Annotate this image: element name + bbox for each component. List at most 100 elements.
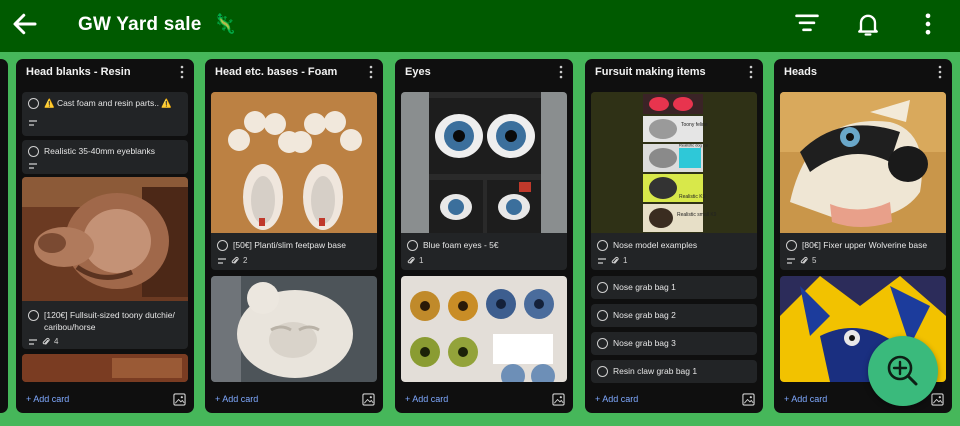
card-cover-image xyxy=(22,354,188,382)
bell-icon[interactable] xyxy=(854,10,882,38)
app-header: GW Yard sale 🦎 xyxy=(0,0,960,52)
complete-radio[interactable] xyxy=(597,366,608,377)
list-title: Heads xyxy=(784,66,818,78)
attachment-count: 1 xyxy=(419,256,424,265)
resin-eyes-image xyxy=(401,276,567,382)
list-menu-icon[interactable] xyxy=(746,64,756,80)
image-icon[interactable] xyxy=(552,393,565,406)
card[interactable]: Nose grab bag 3 xyxy=(591,332,757,355)
card[interactable] xyxy=(401,276,567,382)
cover-label: Realistic dog cat xyxy=(679,143,709,148)
list-menu-icon[interactable] xyxy=(556,64,566,80)
list-column: Head etc. bases - Foam [50€] Planti/slim… xyxy=(205,59,383,413)
card[interactable]: [80€] Fixer upper Wolverine base 5 xyxy=(780,92,946,270)
complete-radio[interactable] xyxy=(786,240,797,251)
foam-head-image xyxy=(211,276,377,382)
add-card-button[interactable]: + Add card xyxy=(215,394,258,404)
card[interactable]: Blue foam eyes - 5€ 1 xyxy=(401,92,567,270)
board-title: GW Yard sale 🦎 xyxy=(78,12,237,36)
offscreen-column-edge xyxy=(0,59,8,413)
complete-radio[interactable] xyxy=(28,310,39,321)
complete-radio[interactable] xyxy=(597,310,608,321)
zoom-in-button[interactable] xyxy=(868,336,938,406)
card-meta xyxy=(28,162,38,170)
card[interactable] xyxy=(211,276,377,382)
complete-radio[interactable] xyxy=(407,240,418,251)
list-title: Head etc. bases - Foam xyxy=(215,66,338,78)
list-title: Fursuit making items xyxy=(595,66,706,78)
description-icon xyxy=(29,338,37,345)
card[interactable]: [120€] Fullsuit-sized toony dutchie/ car… xyxy=(22,177,188,349)
list-column: Fursuit making items Toony feline Realis… xyxy=(585,59,763,413)
lizard-emoji-icon: 🦎 xyxy=(212,14,237,35)
add-card-button[interactable]: + Add card xyxy=(405,394,448,404)
card[interactable]: Resin claw grab bag 1 xyxy=(591,360,757,383)
card-title: Nose model examples xyxy=(613,240,698,250)
list-menu-icon[interactable] xyxy=(177,64,187,80)
description-icon xyxy=(787,257,795,264)
card-title: [120€] Fullsuit-sized toony dutchie/ car… xyxy=(44,310,175,332)
attachment-count: 5 xyxy=(812,256,817,265)
image-icon[interactable] xyxy=(742,393,755,406)
list-title: Head blanks - Resin xyxy=(26,66,131,78)
arrow-left-icon[interactable] xyxy=(10,9,40,39)
image-icon[interactable] xyxy=(362,393,375,406)
card[interactable]: [50€] Planti/slim feetpaw base 2 xyxy=(211,92,377,270)
card[interactable]: Nose grab bag 1 xyxy=(591,276,757,299)
card[interactable] xyxy=(22,354,188,382)
card-title: [80€] Fixer upper Wolverine base xyxy=(802,240,928,250)
attachment-count: 4 xyxy=(54,337,59,346)
card-title: [50€] Planti/slim feetpaw base xyxy=(233,240,346,250)
card-cover-image xyxy=(22,177,188,301)
card-meta xyxy=(28,119,38,127)
card[interactable]: Toony feline Realistic dog cat Realistic… xyxy=(591,92,757,270)
complete-radio[interactable] xyxy=(597,240,608,251)
add-card-button[interactable]: + Add card xyxy=(595,394,638,404)
list-menu-icon[interactable] xyxy=(935,64,945,80)
attachment-icon xyxy=(800,256,808,264)
complete-radio[interactable] xyxy=(597,282,608,293)
card-cover-image xyxy=(401,92,567,233)
card[interactable]: Nose grab bag 2 xyxy=(591,304,757,327)
board-title-text: GW Yard sale xyxy=(78,14,202,35)
resin-head-image xyxy=(22,177,188,301)
complete-radio[interactable] xyxy=(217,240,228,251)
cover-label: Toony feline xyxy=(681,122,708,128)
complete-radio[interactable] xyxy=(28,146,39,157)
card-meta: 1 xyxy=(597,256,627,265)
card-cover-image xyxy=(211,92,377,233)
card-cover-image xyxy=(780,92,946,233)
card-meta: 4 xyxy=(28,337,58,346)
feetpaws-image xyxy=(211,92,377,233)
image-icon[interactable] xyxy=(173,393,186,406)
card-title: Nose grab bag 2 xyxy=(613,310,676,320)
description-icon xyxy=(29,120,37,126)
attachment-icon xyxy=(42,337,50,345)
list-title: Eyes xyxy=(405,66,431,78)
card-title: Blue foam eyes - 5€ xyxy=(423,240,499,250)
card-title: Nose grab bag 1 xyxy=(613,282,676,292)
cover-label: Realistic small K9 xyxy=(677,212,717,218)
card[interactable]: ⚠️ Cast foam and resin parts.. ⚠️ xyxy=(22,92,188,136)
cover-label: Realistic K9 xyxy=(679,194,706,200)
description-icon xyxy=(218,257,226,264)
card-title: Realistic 35-40mm eyeblanks xyxy=(44,146,156,156)
attachment-icon xyxy=(611,256,619,264)
attachment-icon xyxy=(407,256,415,264)
filter-icon[interactable] xyxy=(793,10,821,38)
add-card-button[interactable]: + Add card xyxy=(784,394,827,404)
more-vertical-icon[interactable] xyxy=(914,10,942,38)
card-meta: 1 xyxy=(407,256,423,265)
description-icon xyxy=(29,163,37,169)
complete-radio[interactable] xyxy=(28,98,39,109)
add-card-button[interactable]: + Add card xyxy=(26,394,69,404)
card-title: ⚠️ Cast foam and resin parts.. ⚠️ xyxy=(44,98,172,108)
list-column: Eyes Blue foam eyes - 5€ 1 + Add card xyxy=(395,59,573,413)
complete-radio[interactable] xyxy=(597,338,608,349)
wolverine-head-image xyxy=(780,92,946,233)
noses-image: Toony feline Realistic dog cat Realistic… xyxy=(591,92,757,233)
card[interactable]: Realistic 35-40mm eyeblanks xyxy=(22,140,188,174)
list-menu-icon[interactable] xyxy=(366,64,376,80)
description-icon xyxy=(598,257,606,264)
card-meta: 5 xyxy=(786,256,816,265)
